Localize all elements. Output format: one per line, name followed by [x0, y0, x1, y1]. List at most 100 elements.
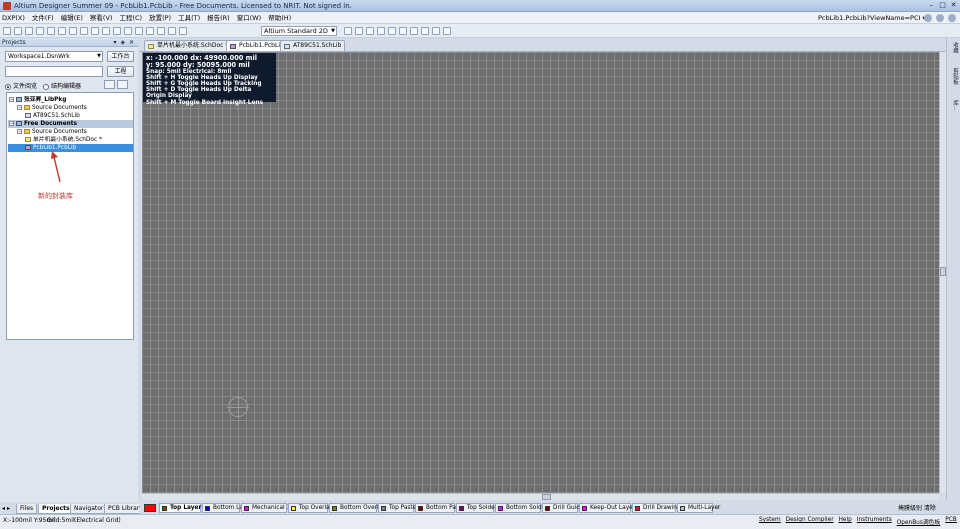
layer-tab[interactable]: Bottom Paste — [415, 503, 465, 513]
via-icon[interactable] — [366, 27, 374, 35]
menu-item[interactable]: 察看(V) — [90, 13, 113, 23]
struct-editor-radio[interactable]: 结构编辑器 — [43, 81, 81, 90]
horizontal-scroll-thumb[interactable] — [542, 494, 551, 500]
redo-icon[interactable] — [168, 27, 176, 35]
cross-probe-icon[interactable] — [146, 27, 154, 35]
layer-tab[interactable]: Top Overlay — [288, 503, 333, 513]
zoom-fit-icon[interactable] — [69, 27, 77, 35]
layer-tab[interactable]: Keep-Out Layer — [579, 503, 635, 513]
print-icon[interactable] — [36, 27, 44, 35]
copy-icon[interactable] — [91, 27, 99, 35]
arc-center-icon[interactable] — [388, 27, 396, 35]
layer-tab[interactable]: Bottom Solder — [495, 503, 548, 513]
status-panel-button[interactable]: Design Compiler — [786, 517, 834, 526]
tree-expander-icon[interactable]: − — [9, 97, 14, 102]
menu-item[interactable]: 编辑(E) — [61, 13, 83, 23]
tab-scroll-arrows[interactable]: ◂▸ — [2, 505, 12, 512]
status-panel-button[interactable]: System — [759, 517, 781, 526]
fill-icon[interactable] — [432, 27, 440, 35]
current-layer-swatch[interactable] — [144, 504, 156, 512]
view-mode-select[interactable]: Altium Standard 2D ▼ — [261, 26, 337, 36]
tree-expander-icon[interactable]: − — [9, 121, 14, 126]
layer-tab[interactable]: Drill Drawing — [632, 503, 681, 513]
menu-item[interactable]: 文件(F) — [32, 13, 54, 23]
workspace-button[interactable]: 工作台 — [107, 51, 134, 62]
status-panel-button[interactable]: Help — [839, 517, 852, 526]
paste-array-icon[interactable] — [443, 27, 451, 35]
close-button[interactable]: ✕ — [949, 1, 958, 10]
layer-tab[interactable]: Mechanical 1 — [241, 503, 290, 513]
pad-icon[interactable] — [355, 27, 363, 35]
tree-item[interactable]: AT89C51.SchLib — [25, 112, 80, 120]
refresh-icon[interactable] — [104, 80, 115, 89]
undo-icon[interactable] — [157, 27, 165, 35]
project-field[interactable] — [5, 66, 103, 77]
menu-item[interactable]: DXP(X) — [2, 13, 25, 23]
menu-item[interactable]: 报告(R) — [207, 13, 230, 23]
right-panel-tab[interactable]: 收藏 — [949, 42, 959, 53]
panel-controls[interactable]: ▾ ◈ ✕ — [114, 39, 135, 46]
zoom-area-icon[interactable] — [58, 27, 66, 35]
menu-item[interactable]: 工程(C) — [119, 13, 142, 23]
project-options-icon[interactable] — [117, 80, 128, 89]
document-tab[interactable]: PcbLib1.PcbLib — [226, 40, 288, 51]
maximize-button[interactable]: □ — [938, 1, 947, 10]
back-icon[interactable] — [924, 14, 932, 22]
workspace-select[interactable]: Workspace1.DsnWrk ▼ — [5, 51, 103, 62]
status-panel-button[interactable]: PCB — [945, 517, 957, 526]
status-panel-button[interactable]: OpenBus调色板 — [897, 517, 941, 526]
pcb-library-canvas[interactable] — [142, 52, 939, 493]
save-icon[interactable] — [25, 27, 33, 35]
tree-item[interactable]: − Source Documents — [17, 128, 87, 136]
right-panel-tab[interactable]: 剪贴板 — [949, 68, 959, 85]
vertical-scrollbar[interactable] — [939, 52, 946, 493]
layer-color-swatch — [291, 506, 296, 511]
status-panel-button[interactable]: Instruments — [857, 517, 892, 526]
left-tab-navigator[interactable]: Navigator — [70, 504, 108, 514]
document-tab[interactable]: AT89C51.SchLib — [280, 40, 346, 51]
project-button[interactable]: 工程 — [107, 66, 134, 77]
select-icon[interactable] — [113, 27, 121, 35]
layer-tab[interactable]: Bottom Layer — [202, 503, 252, 513]
arc-any-icon[interactable] — [410, 27, 418, 35]
string-icon[interactable] — [377, 27, 385, 35]
deselect-icon[interactable] — [135, 27, 143, 35]
file-view-radio[interactable]: 文件阅览 — [5, 81, 37, 90]
grid-icon[interactable] — [179, 27, 187, 35]
layer-tab[interactable]: Top Layer — [159, 503, 201, 513]
right-panel-tab[interactable]: 库... — [949, 100, 959, 111]
menu-item[interactable]: 工具(T) — [178, 13, 200, 23]
forward-icon[interactable] — [936, 14, 944, 22]
layer-tab[interactable]: Bottom Overlay — [329, 503, 386, 513]
circle-icon[interactable] — [421, 27, 429, 35]
menu-item[interactable]: 帮助(H) — [268, 13, 291, 23]
tree-expander-icon[interactable]: − — [17, 129, 22, 134]
menu-item[interactable]: 窗口(W) — [237, 13, 262, 23]
tree-item[interactable]: − Source Documents — [17, 104, 87, 112]
layer-tab[interactable]: Drill Guide — [542, 503, 584, 513]
tree-item[interactable]: 单片机最小系统.SchDoc * — [25, 136, 102, 144]
mask-level-clear[interactable]: 掩膜级别 清除 — [898, 503, 936, 512]
open-icon[interactable] — [14, 27, 22, 35]
document-tab[interactable]: 单片机最小系统.SchDoc * — [144, 40, 233, 51]
home-icon[interactable] — [948, 14, 956, 22]
line-icon[interactable] — [344, 27, 352, 35]
layer-tab[interactable]: Top Paste — [378, 503, 416, 513]
tree-item[interactable]: − 张亚昇_LibPkg — [9, 96, 66, 104]
horizontal-scrollbar[interactable] — [142, 493, 939, 500]
arc-edge-icon[interactable] — [399, 27, 407, 35]
zoom-icon[interactable] — [47, 27, 55, 35]
move-icon[interactable] — [124, 27, 132, 35]
menu-item[interactable]: 放置(P) — [149, 13, 171, 23]
layer-tab[interactable]: Top Solder — [456, 503, 497, 513]
paste-icon[interactable] — [102, 27, 110, 35]
layer-tab[interactable]: Multi-Layer — [677, 503, 720, 513]
cut-icon[interactable] — [80, 27, 88, 35]
tree-expander-icon[interactable]: − — [17, 105, 22, 110]
minimize-button[interactable]: – — [927, 1, 936, 10]
tree-item[interactable]: − Free Documents — [9, 120, 77, 128]
left-tab-projects[interactable]: Projects — [38, 504, 74, 514]
view-path-field[interactable]: PcbLib1.PcbLib?ViewName=PCI ▾ — [818, 13, 926, 23]
new-icon[interactable] — [3, 27, 11, 35]
left-tab-files[interactable]: Files — [16, 504, 38, 514]
